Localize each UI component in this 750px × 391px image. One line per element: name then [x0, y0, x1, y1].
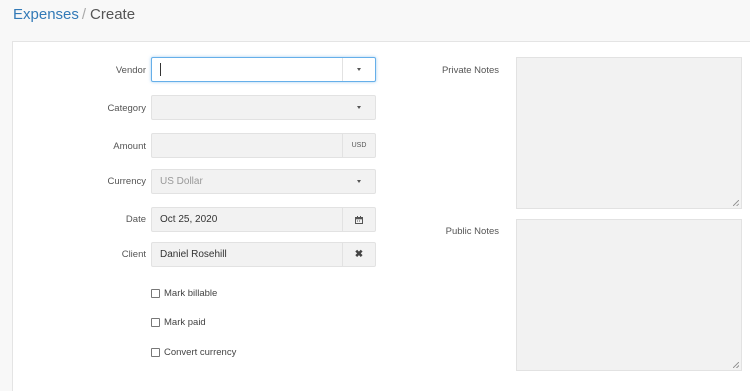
convert-currency-checkbox[interactable]: Convert currency [151, 347, 236, 358]
chevron-down-icon [357, 68, 361, 71]
client-value: Daniel Rosehill [160, 249, 227, 260]
category-label: Category [107, 103, 146, 114]
date-value: Oct 25, 2020 [160, 214, 218, 225]
currency-select[interactable]: US Dollar [151, 169, 376, 194]
public-notes-label: Public Notes [445, 226, 499, 237]
client-label: Client [121, 249, 146, 260]
date-picker-button[interactable] [342, 208, 375, 231]
currency-dropdown-toggle[interactable] [343, 170, 375, 193]
expense-form-panel: Vendor Category Amount USD Currency US D… [12, 41, 750, 391]
calendar-icon [355, 215, 363, 224]
amount-input[interactable]: USD [151, 133, 376, 158]
date-input[interactable]: Oct 25, 2020 [151, 207, 376, 232]
convert-currency-label: Convert currency [164, 347, 237, 358]
breadcrumb-expenses-link[interactable]: Expenses [13, 6, 79, 23]
text-caret [160, 63, 161, 76]
private-notes-textarea[interactable] [516, 57, 742, 209]
mark-paid-checkbox[interactable]: Mark paid [151, 317, 206, 328]
client-select[interactable]: Daniel Rosehill ✖ [151, 242, 376, 267]
breadcrumb-current: Create [90, 6, 136, 23]
resize-handle-icon[interactable] [733, 200, 739, 206]
amount-label: Amount [113, 141, 146, 152]
checkbox-icon[interactable] [151, 318, 160, 327]
chevron-down-icon [357, 106, 361, 109]
checkbox-icon[interactable] [151, 289, 160, 298]
close-icon: ✖ [354, 249, 364, 260]
category-dropdown-toggle[interactable] [343, 96, 375, 119]
private-notes-label: Private Notes [441, 65, 499, 76]
mark-paid-label: Mark paid [164, 317, 206, 328]
public-notes-textarea[interactable] [516, 219, 742, 371]
breadcrumb-separator: / [81, 6, 87, 23]
currency-value: US Dollar [160, 176, 203, 187]
category-select[interactable] [151, 95, 376, 120]
currency-label: Currency [107, 176, 146, 187]
currency-addon: USD [342, 134, 375, 157]
mark-billable-label: Mark billable [164, 288, 218, 299]
client-clear-button[interactable]: ✖ [342, 243, 375, 266]
vendor-label: Vendor [115, 65, 146, 76]
date-label: Date [125, 214, 146, 225]
mark-billable-checkbox[interactable]: Mark billable [151, 288, 217, 299]
chevron-down-icon [357, 180, 361, 183]
checkbox-icon[interactable] [151, 348, 160, 357]
vendor-select[interactable] [151, 57, 376, 82]
breadcrumb: Expenses / Create [13, 6, 135, 24]
vendor-dropdown-toggle[interactable] [342, 58, 375, 81]
resize-handle-icon[interactable] [733, 362, 739, 368]
